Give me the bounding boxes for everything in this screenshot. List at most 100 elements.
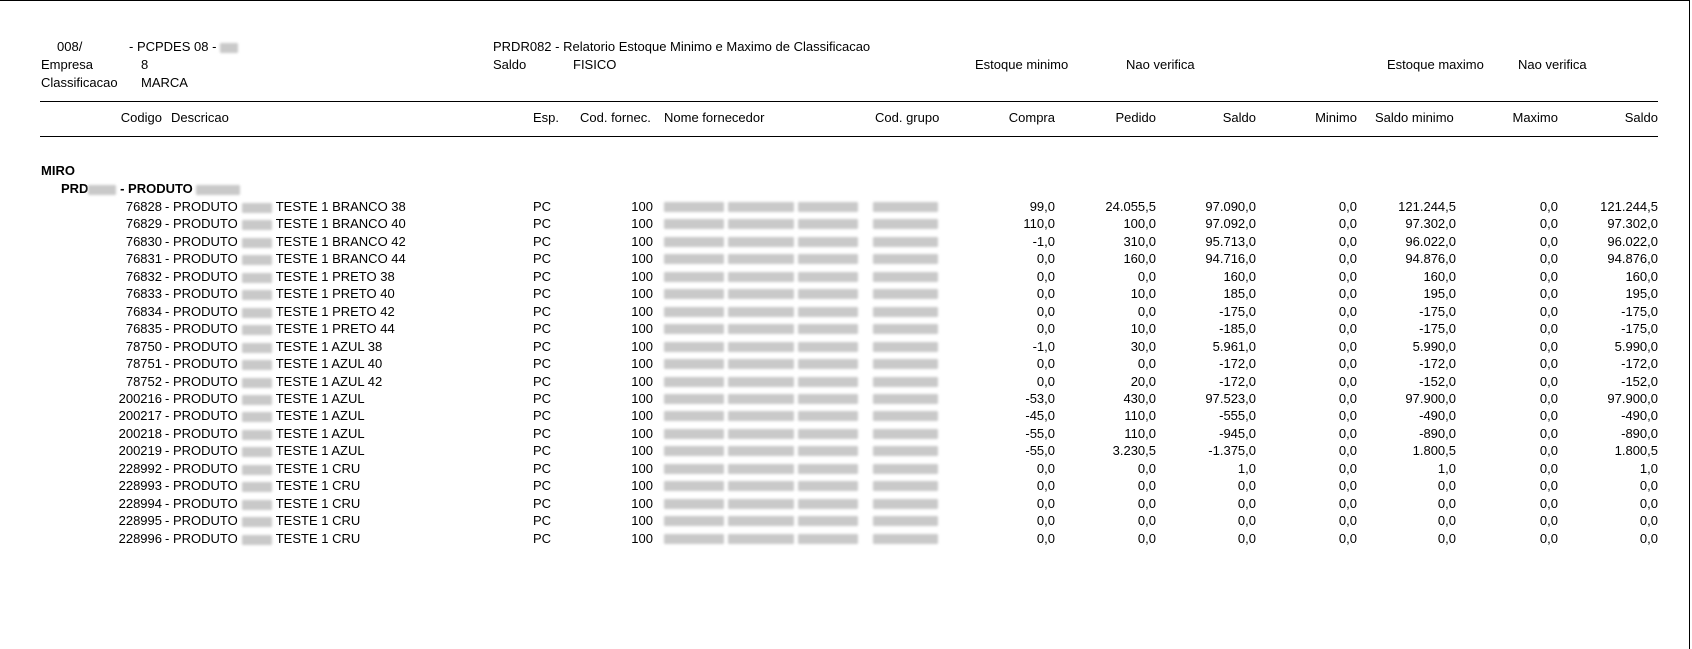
cell-saldo: -945,0 (1219, 426, 1256, 441)
redacted-text (664, 237, 724, 247)
redacted-text (241, 307, 272, 318)
cell-maximo: 0,0 (1539, 356, 1558, 371)
cell-codigo: 78750 (125, 339, 162, 354)
cell-maximo: 0,0 (1539, 339, 1558, 354)
redacted-text (728, 202, 794, 212)
cell-cod-fornec: 100 (631, 374, 653, 389)
cell-pedido: 0,0 (1137, 478, 1156, 493)
redacted-text (664, 359, 724, 369)
redacted-text (798, 219, 858, 229)
descricao-suffix: TESTE 1 AZUL (275, 443, 365, 458)
cell-codigo: 78752 (125, 374, 162, 389)
cell-minimo: 0,0 (1338, 286, 1357, 301)
cell-minimo: 0,0 (1338, 443, 1357, 458)
redacted-text (873, 534, 938, 544)
cell-cod-fornec: 100 (631, 304, 653, 319)
descricao-suffix: TESTE 1 CRU (275, 513, 361, 528)
cell-pedido: 160,0 (1123, 251, 1156, 266)
cell-compra: 110,0 (1023, 216, 1055, 231)
redacted-text (873, 219, 938, 229)
redacted-text (873, 202, 938, 212)
cell-saldo-final: 121.244,5 (1600, 199, 1658, 214)
cell-saldo: 0,0 (1237, 513, 1256, 528)
cell-descricao: - PRODUTO TESTE 1 AZUL (165, 391, 365, 406)
cell-maximo: 0,0 (1539, 269, 1558, 284)
redacted-text (798, 429, 858, 439)
redacted-text (241, 359, 272, 370)
cell-cod-fornec: 100 (631, 356, 653, 371)
cell-saldo-minimo: 97.900,0 (1405, 391, 1456, 406)
cell-codigo: 78751 (125, 356, 162, 371)
col-saldo-final: Saldo (1624, 110, 1658, 125)
cell-saldo-final: -890,0 (1621, 426, 1658, 441)
redacted-text (873, 429, 938, 439)
cell-minimo: 0,0 (1338, 251, 1357, 266)
cell-saldo-final: 0,0 (1639, 478, 1658, 493)
cell-compra: 0,0 (1036, 461, 1055, 476)
cell-codigo: 76835 (125, 321, 162, 336)
cell-descricao: - PRODUTO TESTE 1 AZUL 40 (165, 356, 382, 371)
descricao-prefix: - PRODUTO (165, 234, 238, 249)
cell-cod-fornec: 100 (631, 321, 653, 336)
cell-maximo: 0,0 (1539, 391, 1558, 406)
descricao-prefix: - PRODUTO (165, 216, 238, 231)
cell-saldo: -1.375,0 (1208, 443, 1256, 458)
descricao-prefix: - PRODUTO (165, 391, 238, 406)
cell-saldo-final: 1,0 (1639, 461, 1658, 476)
cell-descricao: - PRODUTO TESTE 1 BRANCO 42 (165, 234, 406, 249)
col-cod-fornec: Cod. fornec. (580, 110, 651, 125)
cell-saldo-minimo: -172,0 (1419, 356, 1456, 371)
cell-saldo-final: -175,0 (1621, 321, 1658, 336)
cell-esp: PC (533, 304, 552, 319)
redacted-text (798, 289, 858, 299)
report-code-prefix: 008/ (57, 39, 83, 54)
cell-compra: -1,0 (1032, 234, 1055, 249)
redacted-text (728, 254, 794, 264)
cell-pedido: 110,0 (1124, 408, 1156, 423)
cell-maximo: 0,0 (1539, 408, 1558, 423)
cell-esp: PC (533, 199, 552, 214)
cell-maximo: 0,0 (1539, 496, 1558, 511)
cell-saldo-minimo: 195,0 (1423, 286, 1456, 301)
redacted-text (798, 377, 858, 387)
redacted-text (728, 464, 794, 474)
cell-compra: 0,0 (1036, 321, 1055, 336)
col-codigo: Codigo (120, 110, 162, 125)
classificacao-label: Classificacao (41, 75, 118, 90)
cell-cod-fornec: 100 (631, 513, 653, 528)
cell-descricao: - PRODUTO TESTE 1 PRETO 44 (165, 321, 395, 336)
cell-saldo-final: 195,0 (1625, 286, 1658, 301)
cell-codigo: 76834 (125, 304, 162, 319)
cell-saldo-final: 160,0 (1625, 269, 1658, 284)
descricao-prefix: - PRODUTO (165, 443, 238, 458)
cell-pedido: 0,0 (1137, 496, 1156, 511)
cell-saldo-minimo: -175,0 (1419, 304, 1456, 319)
cell-esp: PC (533, 426, 552, 441)
redacted-text (798, 202, 858, 212)
cell-saldo-final: 1.800,5 (1614, 443, 1658, 458)
redacted-text (728, 324, 794, 334)
descricao-prefix: - PRODUTO (165, 461, 238, 476)
redacted-text (196, 184, 241, 195)
cell-esp: PC (533, 443, 552, 458)
descricao-suffix: TESTE 1 BRANCO 38 (275, 199, 406, 214)
col-cod-grupo: Cod. grupo (875, 110, 940, 125)
col-compra: Compra (1008, 110, 1055, 125)
cell-cod-fornec: 100 (631, 286, 653, 301)
cell-saldo-final: 97.900,0 (1607, 391, 1658, 406)
saldo-label: Saldo (493, 57, 527, 72)
report-page: 008/ - PCPDES 08 - PRDR082 - Relatorio E… (0, 0, 1690, 649)
estoque-maximo-label: Estoque maximo (1387, 57, 1484, 72)
cell-cod-fornec: 100 (631, 216, 653, 231)
redacted-text (241, 446, 272, 457)
cell-minimo: 0,0 (1338, 216, 1357, 231)
classificacao-value: MARCA (141, 75, 188, 90)
cell-codigo: 200218 (118, 426, 162, 441)
report-program-label: - PCPDES 08 - (129, 39, 217, 54)
cell-compra: 0,0 (1036, 251, 1055, 266)
cell-saldo-minimo: 1.800,5 (1412, 443, 1456, 458)
redacted-text (798, 237, 858, 247)
redacted-text (241, 272, 272, 283)
cell-compra: -1,0 (1032, 339, 1055, 354)
cell-pedido: 20,0 (1130, 374, 1156, 389)
